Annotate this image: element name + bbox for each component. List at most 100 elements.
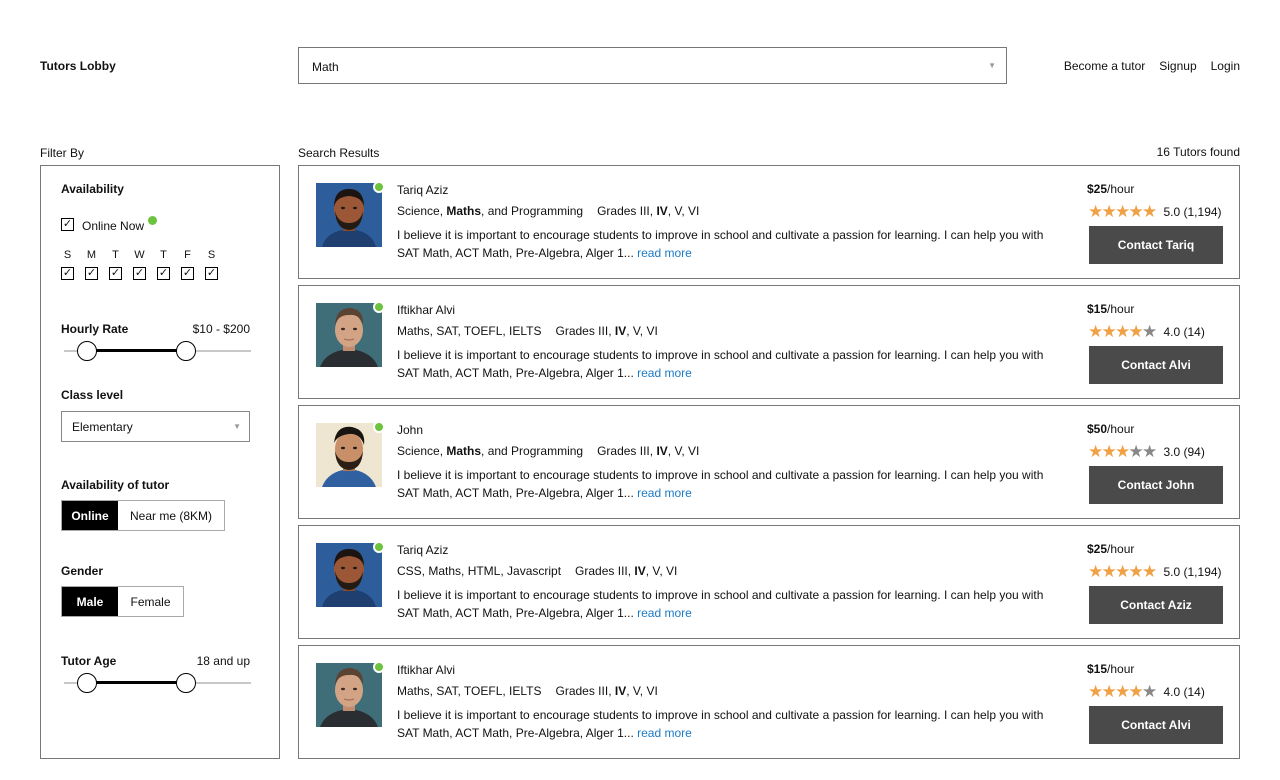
top-nav: Become a tutor Signup Login [1064, 59, 1240, 73]
slider-min-handle[interactable] [77, 673, 97, 693]
grades-highlight: IV [656, 444, 668, 458]
tutor-name[interactable]: Iftikhar Alvi [397, 303, 455, 317]
contact-button[interactable]: Contact Alvi [1089, 346, 1223, 384]
day-checkboxes: ✓ ✓ ✓ ✓ ✓ ✓ ✓ [61, 267, 218, 280]
online-now-checkbox[interactable]: ✓ [61, 218, 74, 231]
star-filled-icon: ★ [1088, 682, 1104, 701]
grades-text: Grades III, [555, 324, 615, 338]
day-checkbox[interactable]: ✓ [133, 267, 146, 280]
subject-select[interactable]: Math ▼ [298, 47, 1007, 84]
tutor-grades: Grades III, IV, V, VI [556, 684, 658, 698]
day-label: T [160, 249, 167, 261]
day-label: M [86, 249, 97, 261]
tutor-description: I believe it is important to encourage s… [397, 466, 1057, 502]
hourly-rate-slider[interactable] [61, 339, 251, 363]
rating-stars: ★ ★ ★ ★ ★ 3.0 (94) [1088, 443, 1205, 460]
star-filled-icon: ★ [1115, 562, 1131, 581]
slider-range-fill [88, 349, 188, 352]
chevron-down-icon: ▼ [988, 61, 996, 70]
read-more-link[interactable]: read more [637, 486, 692, 500]
description-text: I believe it is important to encourage s… [397, 468, 1044, 500]
tutor-description: I believe it is important to encourage s… [397, 706, 1057, 742]
gender-female-option[interactable]: Female [118, 587, 183, 616]
day-checkbox[interactable]: ✓ [85, 267, 98, 280]
gender-toggle: Male Female [61, 586, 184, 617]
online-status-dot [373, 181, 385, 193]
per-hour-label: /hour [1107, 422, 1135, 436]
nav-signup-link[interactable]: Signup [1159, 59, 1196, 73]
star-filled-icon: ★ [1101, 442, 1117, 461]
day-checkbox[interactable]: ✓ [157, 267, 170, 280]
nav-login-link[interactable]: Login [1211, 59, 1240, 73]
day-checkbox[interactable]: ✓ [181, 267, 194, 280]
slider-min-handle[interactable] [77, 341, 97, 361]
star-filled-icon: ★ [1088, 442, 1104, 461]
filter-panel: Availability ✓ Online Now S M T W T F S … [40, 165, 280, 759]
man-beard-blue-icon [316, 183, 382, 247]
hourly-rate: $25/hour [1087, 542, 1134, 556]
contact-button[interactable]: Contact John [1089, 466, 1223, 504]
tutor-name[interactable]: John [397, 423, 423, 437]
star-filled-icon: ★ [1101, 682, 1117, 701]
read-more-link[interactable]: read more [637, 366, 692, 380]
nav-become-tutor-link[interactable]: Become a tutor [1064, 59, 1145, 73]
subjects-highlight: Maths [446, 204, 482, 218]
star-filled-icon: ★ [1101, 202, 1117, 221]
online-now-option[interactable]: ✓ Online Now [61, 216, 158, 233]
tutor-card[interactable]: Tariq Aziz Science, Maths, and Programmin… [298, 165, 1240, 279]
price-value: $50 [1087, 422, 1108, 436]
description-text: I believe it is important to encourage s… [397, 708, 1044, 740]
star-filled-icon: ★ [1128, 202, 1144, 221]
day-label: S [63, 249, 72, 261]
rating-text: 4.0 (14) [1163, 324, 1205, 339]
hourly-rate: $25/hour [1087, 182, 1134, 196]
results-count: 16 Tutors found [1156, 145, 1240, 159]
slider-max-handle[interactable] [176, 341, 196, 361]
tutor-card[interactable]: Iftikhar Alvi Maths, SAT, TOEFL, IELTS Gra… [298, 285, 1240, 399]
tutor-subjects: Maths, SAT, TOEFL, IELTS Grades III, IV, … [397, 684, 658, 698]
grades-highlight: IV [656, 204, 668, 218]
tutor-age-slider[interactable] [61, 671, 251, 695]
grades-text: Grades III, [555, 684, 615, 698]
day-labels: S M T W T F S [61, 249, 218, 261]
online-now-label: Online Now [82, 219, 145, 233]
filter-by-label: Filter By [40, 146, 85, 160]
tutor-card[interactable]: Tariq Aziz CSS, Maths, HTML, Javascript Gr… [298, 525, 1240, 639]
contact-button[interactable]: Contact Tariq [1089, 226, 1223, 264]
tutor-name[interactable]: Tariq Aziz [397, 183, 448, 197]
grades-text: , V, VI [626, 324, 658, 338]
day-checkbox[interactable]: ✓ [109, 267, 122, 280]
grades-text: , V, VI [667, 204, 700, 218]
day-checkbox[interactable]: ✓ [61, 267, 74, 280]
tutor-description: I believe it is important to encourage s… [397, 346, 1057, 382]
gender-male-option[interactable]: Male [62, 587, 118, 616]
hourly-rate: $50/hour [1087, 422, 1134, 436]
tutor-subjects: CSS, Maths, HTML, Javascript Grades III, … [397, 564, 677, 578]
man-beard-cream-icon [316, 423, 382, 487]
availability-tutor-title: Availability of tutor [61, 478, 170, 492]
contact-button[interactable]: Contact Aziz [1089, 586, 1223, 624]
tutor-card[interactable]: John Science, Maths, and Programming Grade… [298, 405, 1240, 519]
availability-online-option[interactable]: Online [62, 501, 118, 530]
tutor-description: I believe it is important to encourage s… [397, 586, 1057, 622]
tutor-name[interactable]: Tariq Aziz [397, 543, 448, 557]
read-more-link[interactable]: read more [637, 606, 692, 620]
price-value: $25 [1087, 542, 1108, 556]
online-status-dot [373, 421, 385, 433]
slider-max-handle[interactable] [176, 673, 196, 693]
availability-title: Availability [61, 182, 124, 196]
tutor-grades: Grades III, IV, V, VI [575, 564, 677, 578]
description-text: I believe it is important to encourage s… [397, 348, 1044, 380]
read-more-link[interactable]: read more [637, 246, 692, 260]
price-value: $15 [1087, 302, 1108, 316]
contact-button[interactable]: Contact Alvi [1089, 706, 1223, 744]
rating-text: 4.0 (14) [1163, 684, 1205, 699]
class-level-select[interactable]: Elementary ▼ [61, 411, 250, 442]
tutor-name[interactable]: Iftikhar Alvi [397, 663, 455, 677]
site-logo[interactable]: Tutors Lobby [40, 59, 116, 73]
subjects-text: Science, [397, 444, 447, 458]
day-checkbox[interactable]: ✓ [205, 267, 218, 280]
availability-near-me-option[interactable]: Near me (8KM) [118, 501, 224, 530]
tutor-card[interactable]: Iftikhar Alvi Maths, SAT, TOEFL, IELTS Gra… [298, 645, 1240, 759]
read-more-link[interactable]: read more [637, 726, 692, 740]
